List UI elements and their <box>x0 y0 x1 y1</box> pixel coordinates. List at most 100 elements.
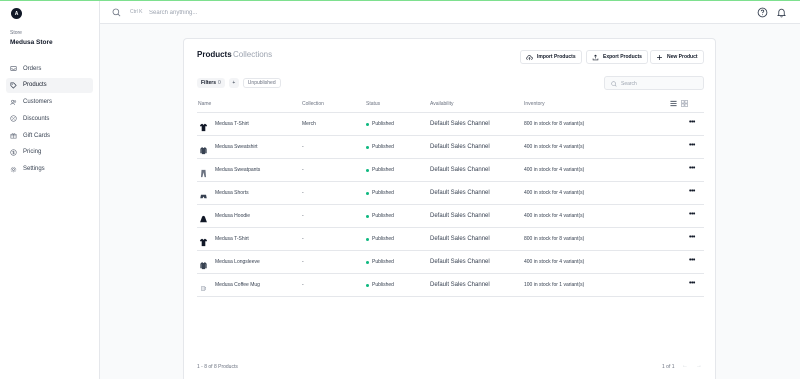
add-filter-button[interactable]: + <box>228 78 239 88</box>
product-inventory: 400 in stock for 4 variant(s) <box>524 167 585 173</box>
status-dot <box>366 145 369 149</box>
sidebar-item-label: Orders <box>23 65 42 72</box>
status-badge: Published <box>366 167 394 173</box>
table-header: Name Collection Status Availability Inve… <box>197 96 704 113</box>
table-row[interactable]: Medusa Sweatshirt - Published Default Sales… <box>197 136 704 159</box>
new-product-label: New Product <box>667 54 698 60</box>
column-header-inventory: Inventory <box>524 101 545 107</box>
import-products-label: Import Products <box>537 54 576 60</box>
filters-button[interactable]: Filters 0 <box>197 78 225 88</box>
row-actions-button[interactable]: ••• <box>689 142 695 149</box>
gear-icon <box>10 166 17 173</box>
inbox-icon <box>10 65 17 72</box>
product-thumbnail <box>198 213 208 225</box>
product-thumbnail <box>198 282 208 294</box>
product-collection: - <box>302 259 304 265</box>
row-actions-button[interactable]: ••• <box>689 188 695 195</box>
product-name: Medusa Coffee Mug <box>215 282 260 288</box>
product-name: Medusa Sweatshirt <box>215 144 258 150</box>
status-text: Published <box>372 213 394 219</box>
export-products-label: Export Products <box>603 54 642 60</box>
table-search-input[interactable] <box>621 79 701 88</box>
row-actions-button[interactable]: ••• <box>689 257 695 264</box>
status-dot <box>366 283 369 287</box>
sidebar-item-settings[interactable]: Settings <box>6 162 93 177</box>
sidebar-item-orders[interactable]: Orders <box>6 61 93 76</box>
product-inventory: 400 in stock for 4 variant(s) <box>524 144 585 150</box>
table-row[interactable]: Medusa Coffee Mug - Published Default Sales… <box>197 274 704 297</box>
product-name: Medusa Shorts <box>215 190 249 196</box>
row-actions-button[interactable]: ••• <box>689 211 695 218</box>
users-icon <box>10 99 17 106</box>
status-badge: Published <box>366 259 394 265</box>
product-collection: - <box>302 190 304 196</box>
sidebar-item-products[interactable]: Products <box>6 77 93 93</box>
product-availability: Default Sales Channel <box>430 258 490 265</box>
global-search-input[interactable] <box>149 6 349 19</box>
table-search <box>604 76 704 90</box>
table-row[interactable]: Medusa Sweatpants - Published Default Sales… <box>197 159 704 182</box>
list-view-icon[interactable] <box>670 100 677 107</box>
product-thumbnail <box>198 259 208 271</box>
export-products-button[interactable]: Export Products <box>586 50 648 64</box>
product-availability: Default Sales Channel <box>430 120 490 127</box>
product-inventory: 800 in stock for 8 variant(s) <box>524 236 585 242</box>
sidebar-nav: Orders Products Customers Discounts Gift… <box>6 61 93 179</box>
sidebar-item-gift-cards[interactable]: Gift Cards <box>6 128 93 143</box>
product-thumbnail <box>198 236 208 248</box>
pagination-pages: 1 of 1 <box>662 364 675 370</box>
sidebar-item-pricing[interactable]: Pricing <box>6 145 93 160</box>
status-dot <box>366 260 369 264</box>
status-dot <box>366 237 369 241</box>
status-dot <box>366 122 369 126</box>
product-inventory: 800 in stock for 8 variant(s) <box>524 121 585 127</box>
cloud-upload-icon <box>526 54 533 60</box>
table-row[interactable]: Medusa Hoodie - Published Default Sales Cha… <box>197 205 704 228</box>
tab-products[interactable]: Products <box>197 50 232 59</box>
filter-bar: Filters 0 + Unpublished <box>197 78 281 88</box>
search-shortcut: Ctrl K <box>130 9 143 15</box>
status-dot <box>366 214 369 218</box>
row-actions-button[interactable]: ••• <box>689 280 695 287</box>
table-row[interactable]: Medusa Shorts - Published Default Sales Cha… <box>197 182 704 205</box>
product-collection: - <box>302 213 304 219</box>
row-actions-button[interactable]: ••• <box>689 119 695 126</box>
sidebar: A Store Medusa Store Orders Products Cus… <box>0 1 100 379</box>
help-icon[interactable] <box>757 7 768 18</box>
tab-collections[interactable]: Collections <box>233 50 272 59</box>
store-label: Store <box>10 30 22 36</box>
product-availability: Default Sales Channel <box>430 166 490 173</box>
percent-icon <box>10 115 17 123</box>
search-icon <box>611 80 617 87</box>
import-products-button[interactable]: Import Products <box>520 50 582 64</box>
new-product-button[interactable]: New Product <box>650 50 704 64</box>
row-actions-button[interactable]: ••• <box>689 165 695 172</box>
bell-icon[interactable] <box>776 7 787 18</box>
product-inventory: 400 in stock for 4 variant(s) <box>524 259 585 265</box>
sidebar-item-discounts[interactable]: Discounts <box>6 111 93 126</box>
product-inventory: 400 in stock for 4 variant(s) <box>524 190 585 196</box>
product-inventory: 400 in stock for 4 variant(s) <box>524 213 585 219</box>
store-name: Medusa Store <box>10 39 53 46</box>
next-page-button[interactable]: → <box>696 363 702 369</box>
product-collection: Merch <box>302 121 316 127</box>
sidebar-item-label: Customers <box>23 99 53 106</box>
sidebar-item-label: Discounts <box>23 115 50 122</box>
row-actions-button[interactable]: ••• <box>689 234 695 241</box>
table-row[interactable]: Medusa T-Shirt Merch Published Default Sale… <box>197 113 704 136</box>
status-badge: Published <box>366 236 394 242</box>
product-collection: - <box>302 144 304 150</box>
status-text: Published <box>372 167 394 173</box>
status-text: Published <box>372 144 394 150</box>
store-logo[interactable]: A <box>11 8 22 19</box>
previous-page-button[interactable]: ← <box>682 363 688 369</box>
topbar: Ctrl K <box>100 1 800 24</box>
sidebar-item-customers[interactable]: Customers <box>6 95 93 110</box>
product-name: Medusa Longsleeve <box>215 259 260 265</box>
grid-view-icon[interactable] <box>681 100 688 107</box>
status-text: Published <box>372 190 394 196</box>
unpublished-filter-tab[interactable]: Unpublished <box>242 78 281 88</box>
product-thumbnail <box>198 190 208 202</box>
table-row[interactable]: Medusa T-Shirt - Published Default Sales Ch… <box>197 228 704 251</box>
table-row[interactable]: Medusa Longsleeve - Published Default Sales… <box>197 251 704 274</box>
